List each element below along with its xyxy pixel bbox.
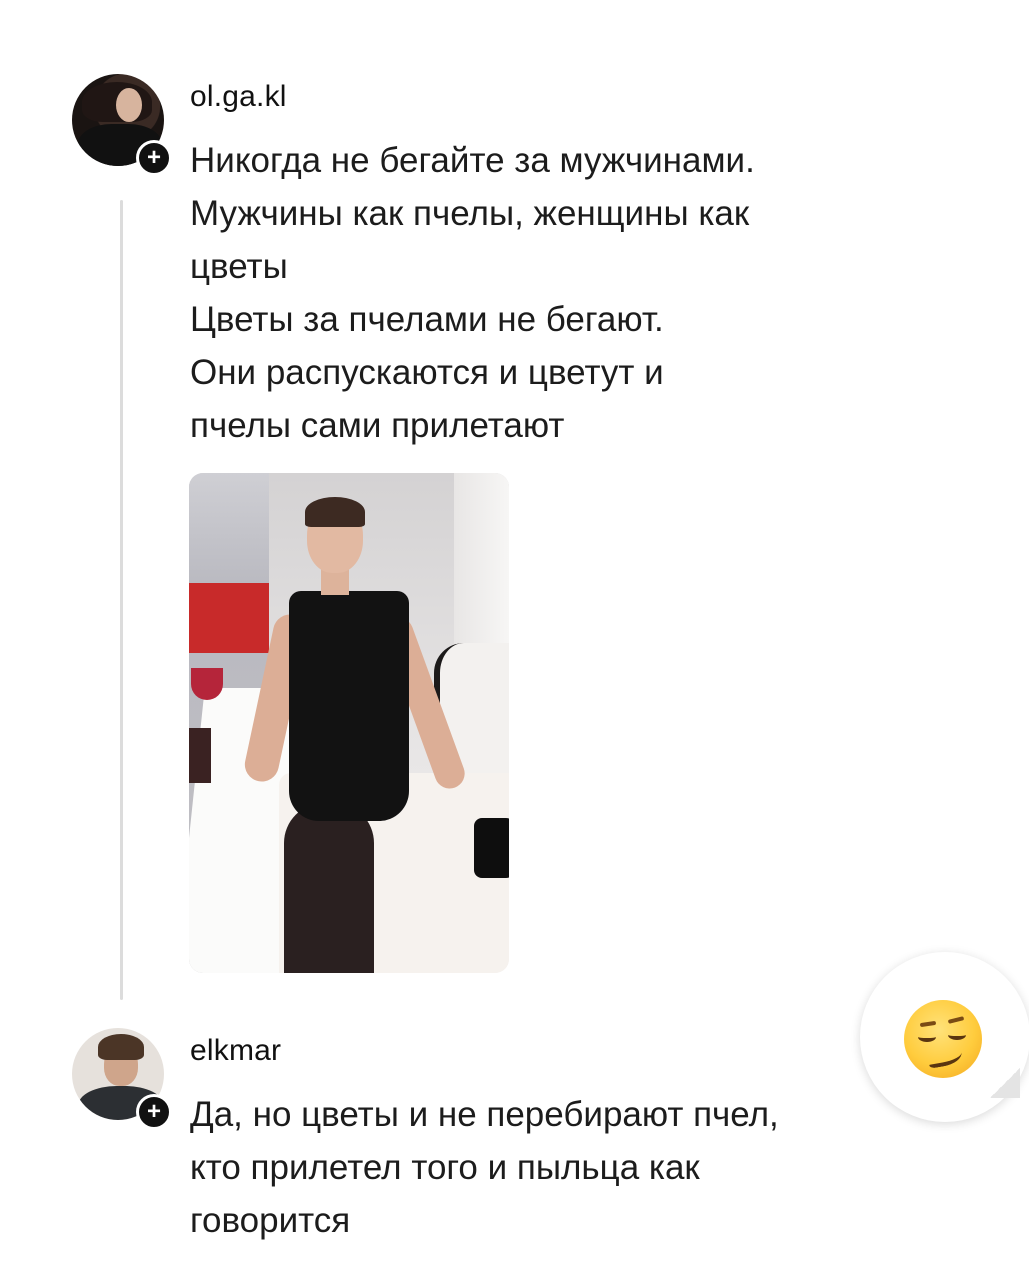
photo-hair	[305, 497, 365, 527]
reply-text: Да, но цветы и не перебирают пчел, кто п…	[190, 1088, 910, 1247]
emoji-brow-right	[947, 1016, 965, 1024]
avatar-face	[116, 88, 142, 122]
post-text-line: Никогда не бегайте за мужчинами.	[190, 141, 755, 180]
smirking-face-emoji-icon	[904, 1000, 982, 1078]
photo-wine-glass	[191, 668, 223, 700]
emoji-mouth	[926, 1045, 964, 1069]
reply-text-line: говорится	[190, 1201, 351, 1240]
post-text-line: цветы	[190, 247, 288, 286]
post-text-line: пчелы сами прилетают	[190, 406, 565, 445]
emoji-brow-left	[919, 1020, 937, 1028]
photo-legs	[284, 803, 374, 973]
follow-plus-icon[interactable]: +	[136, 140, 172, 176]
post-photo[interactable]	[189, 473, 509, 973]
follow-plus-icon[interactable]: +	[136, 1094, 172, 1130]
emoji-eye-right	[948, 1030, 966, 1040]
photo-bottle	[189, 728, 211, 783]
photo-red-decor	[189, 583, 269, 653]
reply-username[interactable]: elkmar	[190, 1034, 281, 1068]
reply-text-line: Да, но цветы и не перебирают пчел,	[190, 1095, 779, 1134]
reaction-bubble[interactable]	[860, 952, 1029, 1122]
bubble-tail	[990, 1068, 1020, 1098]
reply-text-line: кто прилетел того и пыльца как	[190, 1148, 700, 1187]
post-text-line: Мужчины как пчелы, женщины как	[190, 194, 750, 233]
photo-handbag	[474, 818, 509, 878]
photo-dress	[289, 591, 409, 821]
post-text: Никогда не бегайте за мужчинами. Мужчины…	[190, 134, 910, 452]
avatar-hair	[98, 1034, 144, 1060]
post-text-line: Они распускаются и цветут и	[190, 353, 664, 392]
post-text-line: Цветы за пчелами не бегают.	[190, 300, 664, 339]
emoji-eye-left	[918, 1032, 936, 1042]
thread-feed: + ol.ga.kl Никогда не бегайте за мужчина…	[0, 0, 1029, 1280]
post-username[interactable]: ol.ga.kl	[190, 80, 287, 114]
thread-connector-line	[120, 200, 123, 1000]
